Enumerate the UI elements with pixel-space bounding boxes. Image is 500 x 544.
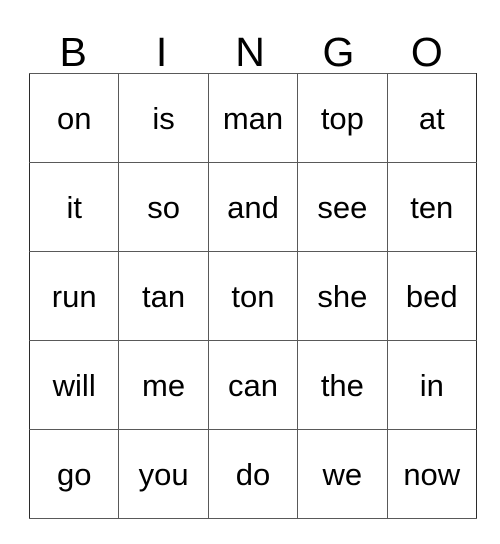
bingo-cell[interactable]: the (297, 340, 388, 430)
bingo-cell[interactable]: on (29, 73, 120, 163)
bingo-cell[interactable]: so (118, 162, 209, 252)
bingo-cell[interactable]: ton (208, 251, 299, 341)
bingo-header-letter-o: O (410, 29, 443, 75)
bingo-cell[interactable]: go (29, 429, 120, 519)
bingo-cell[interactable]: can (208, 340, 299, 430)
bingo-cell[interactable]: top (297, 73, 388, 163)
bingo-header-letter-i: I (155, 29, 168, 75)
bingo-cell[interactable]: at (387, 73, 477, 163)
bingo-cell[interactable]: see (297, 162, 388, 252)
bingo-cell[interactable]: do (208, 429, 299, 519)
bingo-cell[interactable]: tan (118, 251, 209, 341)
bingo-header-letter-g: G (322, 29, 355, 75)
table-row: go you do we now (29, 429, 477, 519)
bingo-cell[interactable]: you (118, 429, 209, 519)
bingo-cell[interactable]: now (387, 429, 477, 519)
bingo-cell[interactable]: in (387, 340, 477, 430)
bingo-header-letter-b: B (59, 29, 87, 75)
bingo-cell[interactable]: me (118, 340, 209, 430)
bingo-header-letter-n: N (235, 29, 265, 75)
bingo-cell[interactable]: ten (387, 162, 477, 252)
bingo-cell[interactable]: will (29, 340, 120, 430)
bingo-cell[interactable]: we (297, 429, 388, 519)
table-row: will me can the in (29, 340, 477, 430)
bingo-card: B I N G O on is man top at it so and see… (29, 18, 477, 519)
table-row: it so and see ten (29, 162, 477, 252)
bingo-cell[interactable]: is (118, 73, 209, 163)
bingo-cell[interactable]: it (29, 162, 120, 252)
table-row: on is man top at (29, 73, 477, 163)
bingo-cell[interactable]: bed (387, 251, 477, 341)
bingo-cell[interactable]: she (297, 251, 388, 341)
bingo-cell[interactable]: and (208, 162, 299, 252)
bingo-grid: on is man top at it so and see ten run t… (29, 73, 477, 519)
bingo-cell[interactable]: man (208, 73, 299, 163)
bingo-header-row: B I N G O (29, 18, 471, 73)
table-row: run tan ton she bed (29, 251, 477, 341)
bingo-cell[interactable]: run (29, 251, 120, 341)
